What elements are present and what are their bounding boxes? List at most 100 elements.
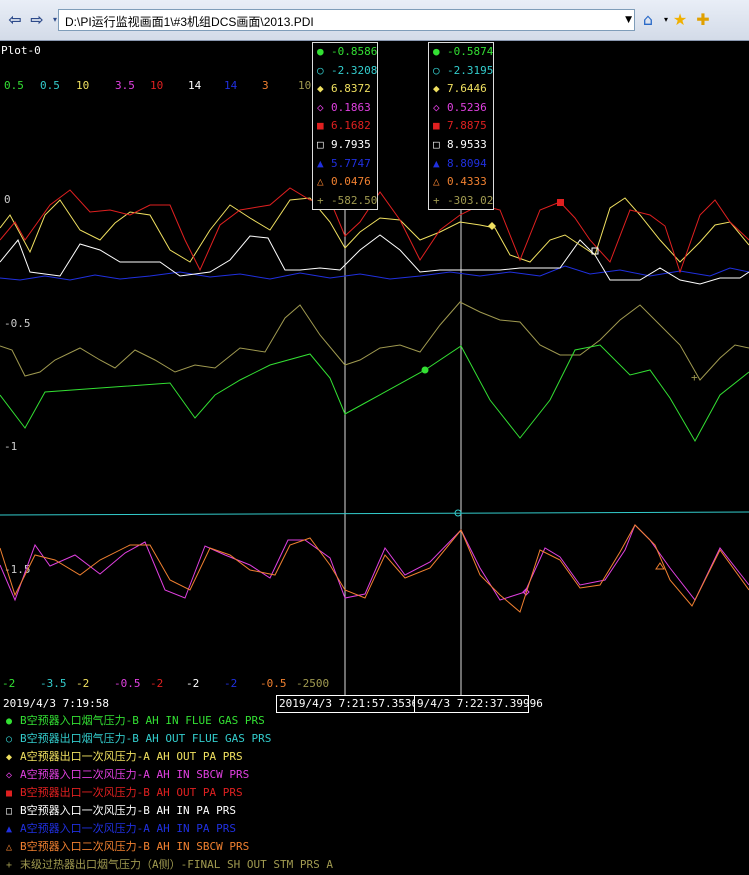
series-value: -2.3195 xyxy=(447,63,494,77)
cursor-2-value-2: ◆ 7.6446 xyxy=(433,82,487,96)
legend-label: B空预器出口一次风压力-B AH OUT PA PRS xyxy=(20,786,243,799)
cursor-2-value-1: ○ -2.3195 xyxy=(433,64,493,78)
legend-symbol-icon: + xyxy=(6,860,13,871)
series-value: 7.8875 xyxy=(447,119,487,133)
bottom-scale-5: -2 xyxy=(186,677,200,690)
series-symbol-icon: ◇ xyxy=(317,100,324,114)
marker-olive: + xyxy=(691,371,698,384)
marker-yellow xyxy=(488,222,496,230)
legend-label: A空预器出口一次风压力-A AH OUT PA PRS xyxy=(20,750,243,763)
series-symbol-icon: ■ xyxy=(317,119,324,133)
legend-item-2[interactable]: ◆ A空预器出口一次风压力-A AH OUT PA PRS xyxy=(6,748,243,766)
series-value: -0.5874 xyxy=(447,45,494,58)
start-time: 2019/4/3 7:19:58 xyxy=(3,697,109,710)
legend-symbol-icon: ◆ xyxy=(6,752,13,763)
series-value: -582.50 xyxy=(331,193,378,207)
series-symbol-icon: ○ xyxy=(433,63,440,77)
series-symbol-icon: ◆ xyxy=(317,82,324,96)
trace-final-sh-out-stm-prs xyxy=(0,301,749,381)
legend-label: B空预器出口烟气压力-B AH OUT FLUE GAS PRS xyxy=(20,732,272,745)
cursor-1-value-2: ◆ 6.8372 xyxy=(317,82,371,96)
legend-symbol-icon: ▲ xyxy=(6,824,13,835)
legend-symbol-icon: ○ xyxy=(6,734,13,745)
legend-symbol-icon: △ xyxy=(6,842,13,853)
trace-a-ah-in-sbcw xyxy=(0,524,749,602)
series-value: 0.1863 xyxy=(331,100,371,114)
marker-green xyxy=(421,366,429,374)
cursor-1-value-8: + -582.50 xyxy=(317,194,377,208)
cursor-1-value-1: ○ -2.3208 xyxy=(317,64,377,78)
cursor-1-value-3: ◇ 0.1863 xyxy=(317,101,371,115)
legend-symbol-icon: ● xyxy=(6,716,13,727)
series-symbol-icon: ◇ xyxy=(433,100,440,114)
trace-a-ah-in-pa xyxy=(0,265,749,281)
legend-label: B空预器入口一次风压力-B AH IN PA PRS xyxy=(20,804,236,817)
legend-item-0[interactable]: ● B空预器入口烟气压力-B AH IN FLUE GAS PRS xyxy=(6,712,265,730)
series-symbol-icon: ● xyxy=(317,45,324,58)
cursor-2-value-8: + -303.02 xyxy=(433,194,493,208)
series-value: 9.7935 xyxy=(331,138,371,151)
series-value: 0.0476 xyxy=(331,175,371,189)
series-value: -303.02 xyxy=(447,193,494,207)
series-value: 8.8094 xyxy=(447,156,487,170)
series-value: -0.8586 xyxy=(331,45,378,58)
series-symbol-icon: ▲ xyxy=(317,156,324,170)
legend-symbol-icon: ◇ xyxy=(6,770,13,781)
legend-label: B空预器入口二次风压力-B AH IN SBCW PRS xyxy=(20,840,250,853)
bottom-scale-1: -3.5 xyxy=(40,677,67,690)
legend-item-6[interactable]: ▲ A空预器入口一次风压力-A AH IN PA PRS xyxy=(6,820,236,838)
cursor-1-values-panel: ● -0.8586 ○ -2.3208 ◆ 6.8372 ◇ 0.1863 ■ 6.1682 □ 9.… xyxy=(312,42,378,210)
legend-item-1[interactable]: ○ B空预器出口烟气压力-B AH OUT FLUE GAS PRS xyxy=(6,730,271,748)
legend-item-3[interactable]: ◇ A空预器入口二次风压力-A AH IN SBCW PRS xyxy=(6,766,249,784)
cursor-1-value-0: ● -0.8586 xyxy=(317,45,377,59)
bottom-scale-8: -2500 xyxy=(296,677,330,690)
series-value: 0.5236 xyxy=(447,100,487,114)
cursor-2-value-0: ● -0.5874 xyxy=(433,45,493,59)
cursor-1-value-6: ▲ 5.7747 xyxy=(317,157,371,171)
bottom-scale-0: -2 xyxy=(2,677,16,690)
series-symbol-icon: △ xyxy=(317,175,324,189)
bottom-scale-6: -2 xyxy=(224,677,238,690)
series-value: 8.9533 xyxy=(447,138,487,151)
bottom-scale-4: -2 xyxy=(150,677,164,690)
cursor-2-value-3: ◇ 0.5236 xyxy=(433,101,487,115)
cursor-2-value-4: ■ 7.8875 xyxy=(433,119,487,133)
series-value: 0.4333 xyxy=(447,175,487,189)
series-symbol-icon: ○ xyxy=(317,63,324,77)
legend-label: B空预器入口烟气压力-B AH IN FLUE GAS PRS xyxy=(20,714,265,727)
legend-item-5[interactable]: □ B空预器入口一次风压力-B AH IN PA PRS xyxy=(6,802,236,820)
series-symbol-icon: ● xyxy=(433,45,440,58)
series-symbol-icon: △ xyxy=(433,175,440,189)
cursor-1-value-5: □ 9.7935 xyxy=(317,138,371,152)
cursor-1-time[interactable]: 2019/4/3 7:21:57.35366 xyxy=(276,695,425,713)
series-value: 7.6446 xyxy=(447,82,487,96)
cursor-2-time[interactable]: 9/4/3 7:22:37.39996 xyxy=(414,695,543,713)
series-symbol-icon: □ xyxy=(433,138,440,151)
bottom-scale-7: -0.5 xyxy=(260,677,287,690)
cursor-1-value-4: ■ 6.1682 xyxy=(317,119,371,133)
series-symbol-icon: ■ xyxy=(433,119,440,133)
legend-label: A空预器入口二次风压力-A AH IN SBCW PRS xyxy=(20,768,250,781)
series-value: 6.8372 xyxy=(331,82,371,96)
trace-b-ah-in-sbcw xyxy=(0,524,749,613)
series-symbol-icon: + xyxy=(317,193,324,207)
legend-label: 末级过热器出口烟气压力（A侧）-FINAL SH OUT STM PRS A xyxy=(20,858,333,871)
legend-item-8[interactable]: + 末级过热器出口烟气压力（A侧）-FINAL SH OUT STM PRS A xyxy=(6,856,333,874)
legend-label: A空预器入口一次风压力-A AH IN PA PRS xyxy=(20,822,236,835)
series-symbol-icon: □ xyxy=(317,138,324,151)
cursor-2-values-panel: ● -0.5874 ○ -2.3195 ◆ 7.6446 ◇ 0.5236 ■ 7.8875 □ 8.… xyxy=(428,42,494,210)
trace-b-ah-in-flue-gas xyxy=(0,344,749,443)
legend-symbol-icon: □ xyxy=(6,806,13,817)
series-value: 6.1682 xyxy=(331,119,371,133)
cursor-1-value-7: △ 0.0476 xyxy=(317,175,371,189)
marker-red xyxy=(557,199,564,206)
series-value: -2.3208 xyxy=(331,63,378,77)
bottom-scale-3: -0.5 xyxy=(114,677,141,690)
legend-item-4[interactable]: ■ B空预器出口一次风压力-B AH OUT PA PRS xyxy=(6,784,243,802)
legend-symbol-icon: ■ xyxy=(6,788,13,799)
cursor-2-value-5: □ 8.9533 xyxy=(433,138,487,152)
series-symbol-icon: ▲ xyxy=(433,156,440,170)
cursor-2-value-6: ▲ 8.8094 xyxy=(433,157,487,171)
trace-b-ah-out-flue-gas xyxy=(0,511,749,516)
legend-item-7[interactable]: △ B空预器入口二次风压力-B AH IN SBCW PRS xyxy=(6,838,249,856)
